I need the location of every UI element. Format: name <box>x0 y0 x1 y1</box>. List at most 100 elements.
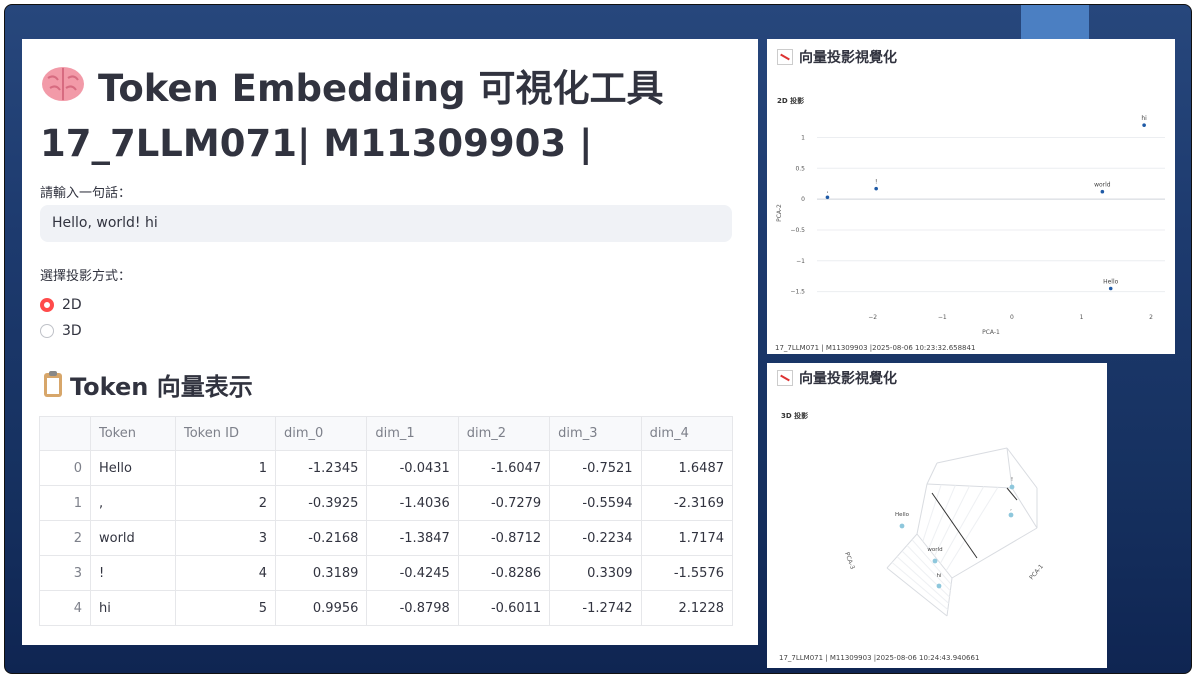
cell: 0.3309 <box>549 555 642 591</box>
sentence-input[interactable]: Hello, world! hi <box>40 205 732 242</box>
axis-box-line <box>951 527 1038 579</box>
col-header-dim2[interactable]: dim_2 <box>457 416 551 451</box>
cell: -0.7521 <box>549 450 642 486</box>
cell: -0.5594 <box>549 485 642 521</box>
point-label: , <box>826 187 828 194</box>
table-header-row: Token Token ID dim_0 dim_1 dim_2 dim_3 d… <box>39 416 734 451</box>
y-tick-label: −0.5 <box>790 227 805 234</box>
cell: -0.4245 <box>366 555 459 591</box>
y-tick-label: −1 <box>796 258 805 265</box>
axis-box-line <box>926 462 938 485</box>
x-tick-label: 2 <box>1149 314 1153 321</box>
brain-icon <box>40 64 86 118</box>
cell: 0.9956 <box>274 590 368 626</box>
point-label: , <box>1010 506 1012 512</box>
projection-label: 選擇投影方式： <box>40 269 132 284</box>
table-row: 1 , 2 -0.3925 -1.4036 -0.7279 -0.5594 -2… <box>39 485 734 521</box>
cell: hi <box>90 590 176 626</box>
slide-frame: Token Embedding 可視化工具 17_7LLM071| M11309… <box>4 4 1192 674</box>
chart-3d-title: 3D 投影 <box>781 412 809 420</box>
frame-accent <box>1021 5 1089 39</box>
point-label: world <box>927 547 942 553</box>
radio-3d[interactable]: 3D <box>40 322 82 340</box>
chart-2d-title: 2D 投影 <box>777 97 805 105</box>
point-label: hi <box>1141 115 1147 122</box>
chart-3d-footer: 17_7LLM071 | M11309903 |2025-08-06 10:24… <box>779 654 980 662</box>
cell: 5 <box>175 590 276 626</box>
col-header-dim3[interactable]: dim_3 <box>549 416 642 451</box>
chart-3d-plot[interactable]: PCA-1 PCA-3 Hello world hi!, <box>767 438 1107 648</box>
chart-decreasing-icon <box>777 49 793 65</box>
point-label: Hello <box>895 512 910 518</box>
radio-2d-label: 2D <box>62 297 82 313</box>
point-label: ! <box>875 179 877 186</box>
x-axis-label: PCA-1 <box>1028 563 1045 581</box>
cell: -0.2168 <box>274 520 368 556</box>
radio-2d[interactable]: 2D <box>40 296 82 314</box>
y-tick-label: 1 <box>801 134 805 141</box>
main-panel: Token Embedding 可視化工具 17_7LLM071| M11309… <box>22 39 758 645</box>
x-tick-label: −2 <box>868 314 877 321</box>
vectors-heading-text: Token 向量表示 <box>70 373 253 401</box>
point-label: ! <box>1011 477 1013 483</box>
cell: -1.2345 <box>274 450 368 486</box>
cell: 2 <box>175 485 276 521</box>
radio-2d-indicator[interactable] <box>40 298 54 312</box>
chart-2d-panel: 向量投影視覺化 2D 投影 1 0.5 0 −0.5 −1 −1.5 −2 −1 0 1 2 PCA-… <box>767 39 1175 354</box>
cell: -0.8798 <box>366 590 459 626</box>
point-label: world <box>1094 182 1111 189</box>
cell: -1.5576 <box>640 555 734 591</box>
grid-line <box>945 487 999 571</box>
cell: 1.7174 <box>640 520 734 556</box>
scatter-point <box>1142 123 1146 127</box>
col-header-token[interactable]: Token <box>90 416 176 451</box>
cell: -2.3169 <box>640 485 734 521</box>
table-row: 4 hi 5 0.9956 -0.8798 -0.6011 -1.2742 2.… <box>39 590 734 626</box>
cell: 2.1228 <box>640 590 734 626</box>
subtitle-text: 17_7LLM071| M11309903 | <box>40 121 593 165</box>
scatter-point <box>1008 512 1014 518</box>
cell: -1.6047 <box>457 450 551 486</box>
chart-2d-panel-title-text: 向量投影視覺化 <box>799 50 897 66</box>
col-header-dim0[interactable]: dim_0 <box>274 416 368 451</box>
cell: -0.8286 <box>457 555 551 591</box>
axis-box-line <box>936 447 1008 464</box>
radio-3d-label: 3D <box>62 323 82 339</box>
cell: 1 <box>39 485 91 521</box>
grid-line <box>939 486 985 564</box>
col-header-dim4[interactable]: dim_4 <box>640 416 734 451</box>
point-label: hi <box>936 573 941 579</box>
cell: 3 <box>39 555 91 591</box>
scatter-point <box>874 186 878 191</box>
cell: -0.7279 <box>457 485 551 521</box>
chart-2d-plot[interactable]: 1 0.5 0 −0.5 −1 −1.5 −2 −1 0 1 2 PCA-1 PCA-2,! world h… <box>767 111 1175 361</box>
radio-3d-indicator[interactable] <box>40 324 54 338</box>
cell: -0.0431 <box>366 450 459 486</box>
chart-3d-panel: 向量投影視覺化 3D 投影 PCA-1 PCA-3 Hello world hi!, 1… <box>767 363 1107 668</box>
cell: 1.6487 <box>640 450 734 486</box>
vector-table: Token Token ID dim_0 dim_1 dim_2 dim_3 d… <box>39 416 734 626</box>
page-title: Token Embedding 可視化工具 17_7LLM071| M11309… <box>40 63 750 170</box>
cell: -0.2234 <box>549 520 642 556</box>
scatter-point <box>1100 189 1105 194</box>
cell: 4 <box>175 555 276 591</box>
col-header-token-id[interactable]: Token ID <box>175 416 276 451</box>
cell: 1 <box>175 450 276 486</box>
axis-box-line <box>1011 487 1038 529</box>
scatter-point <box>899 523 905 529</box>
cell: world <box>90 520 176 556</box>
scatter-point <box>936 583 942 589</box>
chart-decreasing-icon <box>777 370 793 386</box>
scatter-point <box>1108 286 1113 291</box>
col-header-dim1[interactable]: dim_1 <box>366 416 459 451</box>
chart-3d-panel-title: 向量投影視覺化 <box>777 368 897 388</box>
cell: -0.8712 <box>457 520 551 556</box>
sentence-input-label: 請輸入一句話： <box>40 186 132 201</box>
cell: Hello <box>90 450 176 486</box>
scatter-point <box>932 558 938 564</box>
cell: 4 <box>39 590 91 626</box>
cell: -1.3847 <box>366 520 459 556</box>
chart-2d-panel-title: 向量投影視覺化 <box>777 47 897 67</box>
col-header-index[interactable] <box>39 416 91 451</box>
cell: , <box>90 485 176 521</box>
